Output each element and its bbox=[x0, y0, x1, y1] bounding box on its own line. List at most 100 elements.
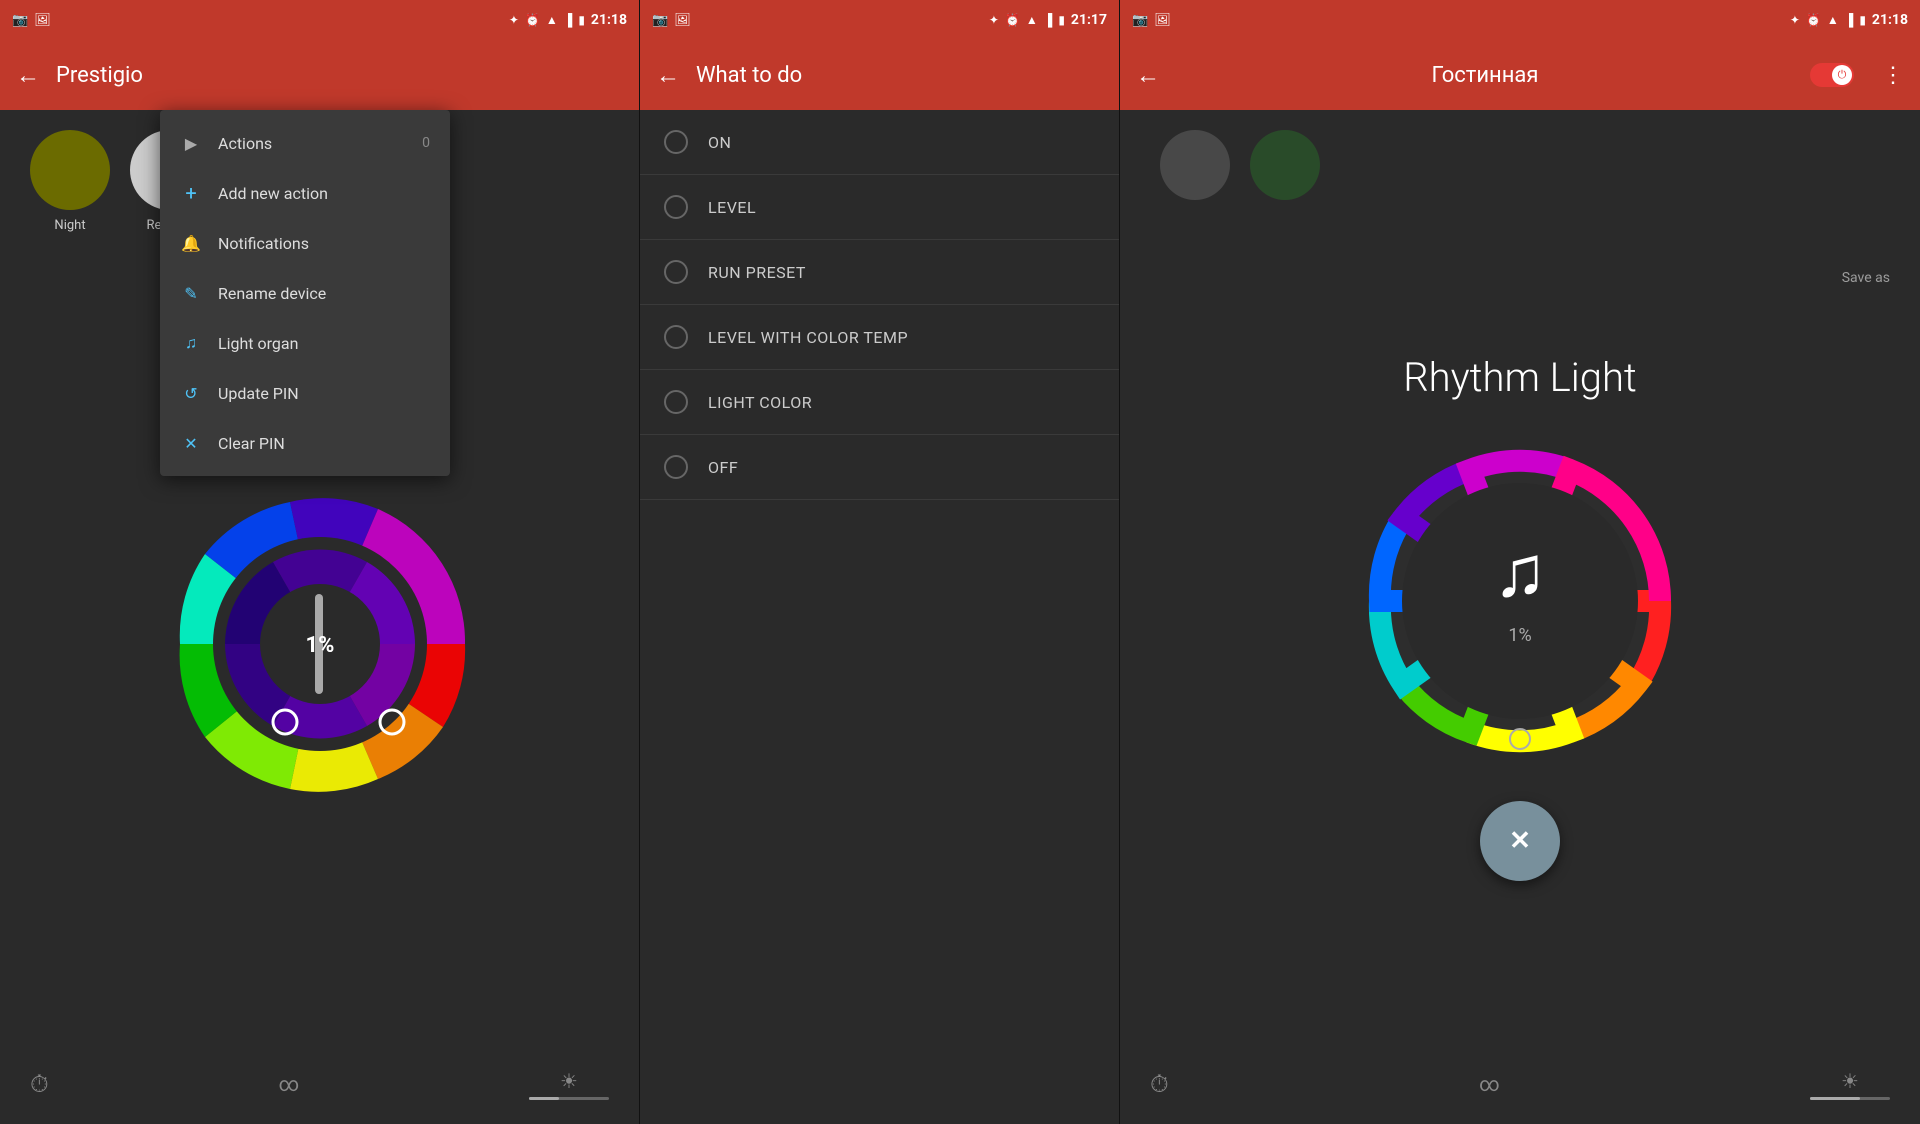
close-fab[interactable]: ✕ bbox=[1480, 801, 1560, 881]
actions-badge: 0 bbox=[422, 135, 430, 151]
radio-on[interactable] bbox=[664, 130, 688, 154]
list-container: ON LEVEL RUN PRESET LEVEL WITH COLOR TEM… bbox=[640, 110, 1119, 1124]
power-icon: ⏻ bbox=[1838, 68, 1847, 82]
menu-label-actions: Actions bbox=[218, 134, 272, 153]
menu-item-actions[interactable]: ▶ Actions 0 bbox=[160, 118, 450, 168]
add-icon: + bbox=[180, 182, 202, 204]
panel-2: 📷 🖼 ✦ ⏰ ▲ ▐ ▮ 21:17 ← What to do ON LEVE… bbox=[640, 0, 1120, 1124]
radio-light-color[interactable] bbox=[664, 390, 688, 414]
radio-level-color-temp[interactable] bbox=[664, 325, 688, 349]
rhythm-wheel-svg[interactable]: ♫ 1% bbox=[1330, 411, 1710, 791]
preset-circle-night bbox=[30, 130, 110, 210]
list-item-level[interactable]: LEVEL bbox=[640, 175, 1119, 240]
list-label-on: ON bbox=[708, 133, 731, 152]
camera-icon: 📷 bbox=[12, 13, 28, 28]
back-button-1[interactable]: ← bbox=[16, 61, 40, 90]
save-as-label[interactable]: Save as bbox=[1842, 270, 1890, 286]
app-bar-3: ← Гостинная ⏻ ⋮ bbox=[1120, 40, 1920, 110]
bottom-bar-3: ⏱ ∞ ☀ bbox=[1120, 1044, 1920, 1124]
dropdown-menu: ▶ Actions 0 + Add new action 🔔 Notificat… bbox=[160, 110, 450, 476]
camera-icon-3: 📷 bbox=[1132, 13, 1148, 28]
battery-icon-3: ▮ bbox=[1859, 13, 1866, 27]
bell-icon: 🔔 bbox=[180, 232, 202, 254]
menu-item-notifications[interactable]: 🔔 Notifications bbox=[160, 218, 450, 268]
list-item-on[interactable]: ON bbox=[640, 110, 1119, 175]
percent-p3: 1% bbox=[1508, 625, 1531, 646]
status-right-icons-3: ✦ ⏰ ▲ ▐ ▮ 21:18 bbox=[1790, 12, 1908, 28]
app-title-1: Prestigio bbox=[56, 63, 623, 88]
color-wheel-svg[interactable]: 1% bbox=[160, 484, 480, 804]
list-item-level-color-temp[interactable]: LEVEL WITH COLOR TEMP bbox=[640, 305, 1119, 370]
app-bar-1: ← Prestigio bbox=[0, 40, 639, 110]
p3-presets bbox=[1160, 130, 1320, 200]
signal-icon: ▐ bbox=[564, 13, 573, 27]
clock-icon[interactable]: ⏱ bbox=[30, 1070, 49, 1098]
time-display-1: 21:18 bbox=[591, 12, 627, 28]
time-display-2: 21:17 bbox=[1071, 12, 1107, 28]
battery-icon: ▮ bbox=[578, 13, 585, 27]
list-label-level: LEVEL bbox=[708, 198, 756, 217]
p3-preset-1[interactable] bbox=[1160, 130, 1230, 200]
clock-icon-3[interactable]: ⏱ bbox=[1150, 1070, 1169, 1098]
back-button-2[interactable]: ← bbox=[656, 61, 680, 90]
menu-label-clear-pin: Clear PIN bbox=[218, 434, 285, 453]
more-button[interactable]: ⋮ bbox=[1882, 63, 1904, 88]
app-title-3: Гостинная bbox=[1176, 63, 1794, 88]
list-label-run-preset: RUN PRESET bbox=[708, 263, 806, 282]
play-icon: ▶ bbox=[180, 132, 202, 154]
status-left-icons-3: 📷 🖼 bbox=[1132, 13, 1171, 28]
p3-preset-2[interactable] bbox=[1250, 130, 1320, 200]
status-right-icons-2: ✦ ⏰ ▲ ▐ ▮ 21:17 bbox=[989, 12, 1107, 28]
power-toggle[interactable]: ⏻ bbox=[1810, 63, 1854, 87]
menu-label-light-organ: Light organ bbox=[218, 334, 298, 353]
menu-item-clear-pin[interactable]: ✕ Clear PIN bbox=[160, 418, 450, 468]
image-icon-3: 🖼 bbox=[1154, 13, 1171, 28]
menu-item-light-organ[interactable]: ♫ Light organ bbox=[160, 318, 450, 368]
x-icon: ✕ bbox=[180, 432, 202, 454]
menu-label-add: Add new action bbox=[218, 184, 328, 203]
time-display-3: 21:18 bbox=[1872, 12, 1908, 28]
image-icon-2: 🖼 bbox=[674, 13, 691, 28]
signal-icon-2: ▐ bbox=[1044, 13, 1053, 27]
menu-item-add-action[interactable]: + Add new action bbox=[160, 168, 450, 218]
app-title-2: What to do bbox=[696, 63, 1103, 88]
image-icon: 🖼 bbox=[34, 13, 51, 28]
infinity-icon: ∞ bbox=[279, 1072, 300, 1096]
status-left-icons: 📷 🖼 bbox=[12, 13, 51, 28]
status-right-icons: ✦ ⏰ ▲ ▐ ▮ 21:18 bbox=[509, 12, 627, 28]
brightness-icon-3[interactable]: ☀ bbox=[1841, 1069, 1859, 1093]
list-item-run-preset[interactable]: RUN PRESET bbox=[640, 240, 1119, 305]
list-item-light-color[interactable]: LIGHT COLOR bbox=[640, 370, 1119, 435]
status-bar-1: 📷 🖼 ✦ ⏰ ▲ ▐ ▮ 21:18 bbox=[0, 0, 639, 40]
status-bar-2: 📷 🖼 ✦ ⏰ ▲ ▐ ▮ 21:17 bbox=[640, 0, 1119, 40]
alarm-icon-2: ⏰ bbox=[1005, 13, 1020, 27]
menu-item-update-pin[interactable]: ↺ Update PIN bbox=[160, 368, 450, 418]
back-button-3[interactable]: ← bbox=[1136, 61, 1160, 90]
radio-run-preset[interactable] bbox=[664, 260, 688, 284]
infinity-icon-3: ∞ bbox=[1479, 1072, 1500, 1096]
menu-item-rename[interactable]: ✎ Rename device bbox=[160, 268, 450, 318]
music-note-display: ♫ bbox=[1493, 529, 1547, 614]
alarm-icon: ⏰ bbox=[525, 13, 540, 27]
preset-night[interactable]: Night bbox=[30, 130, 110, 233]
camera-icon-2: 📷 bbox=[652, 13, 668, 28]
signal-icon-3: ▐ bbox=[1845, 13, 1854, 27]
bluetooth-icon-2: ✦ bbox=[989, 13, 999, 27]
alarm-icon-3: ⏰ bbox=[1806, 13, 1821, 27]
wifi-icon-3: ▲ bbox=[1827, 13, 1839, 27]
rhythm-wheel-wrapper[interactable]: ♫ 1% bbox=[1330, 411, 1710, 791]
battery-icon-2: ▮ bbox=[1058, 13, 1065, 27]
close-icon: ✕ bbox=[1509, 826, 1531, 856]
preset-label-night: Night bbox=[54, 218, 85, 233]
list-item-off[interactable]: OFF bbox=[640, 435, 1119, 500]
rhythm-content: Save as Rhythm Light bbox=[1120, 110, 1920, 1044]
rhythm-title: Rhythm Light bbox=[1403, 354, 1637, 401]
brightness-icon[interactable]: ☀ bbox=[560, 1069, 578, 1093]
wifi-icon: ▲ bbox=[546, 13, 558, 27]
radio-level[interactable] bbox=[664, 195, 688, 219]
bluetooth-icon-3: ✦ bbox=[1790, 13, 1800, 27]
radio-off[interactable] bbox=[664, 455, 688, 479]
app-bar-2: ← What to do bbox=[640, 40, 1119, 110]
panel-1: 📷 🖼 ✦ ⏰ ▲ ▐ ▮ 21:18 ← Prestigio Night Re… bbox=[0, 0, 640, 1124]
list-label-off: OFF bbox=[708, 458, 738, 477]
